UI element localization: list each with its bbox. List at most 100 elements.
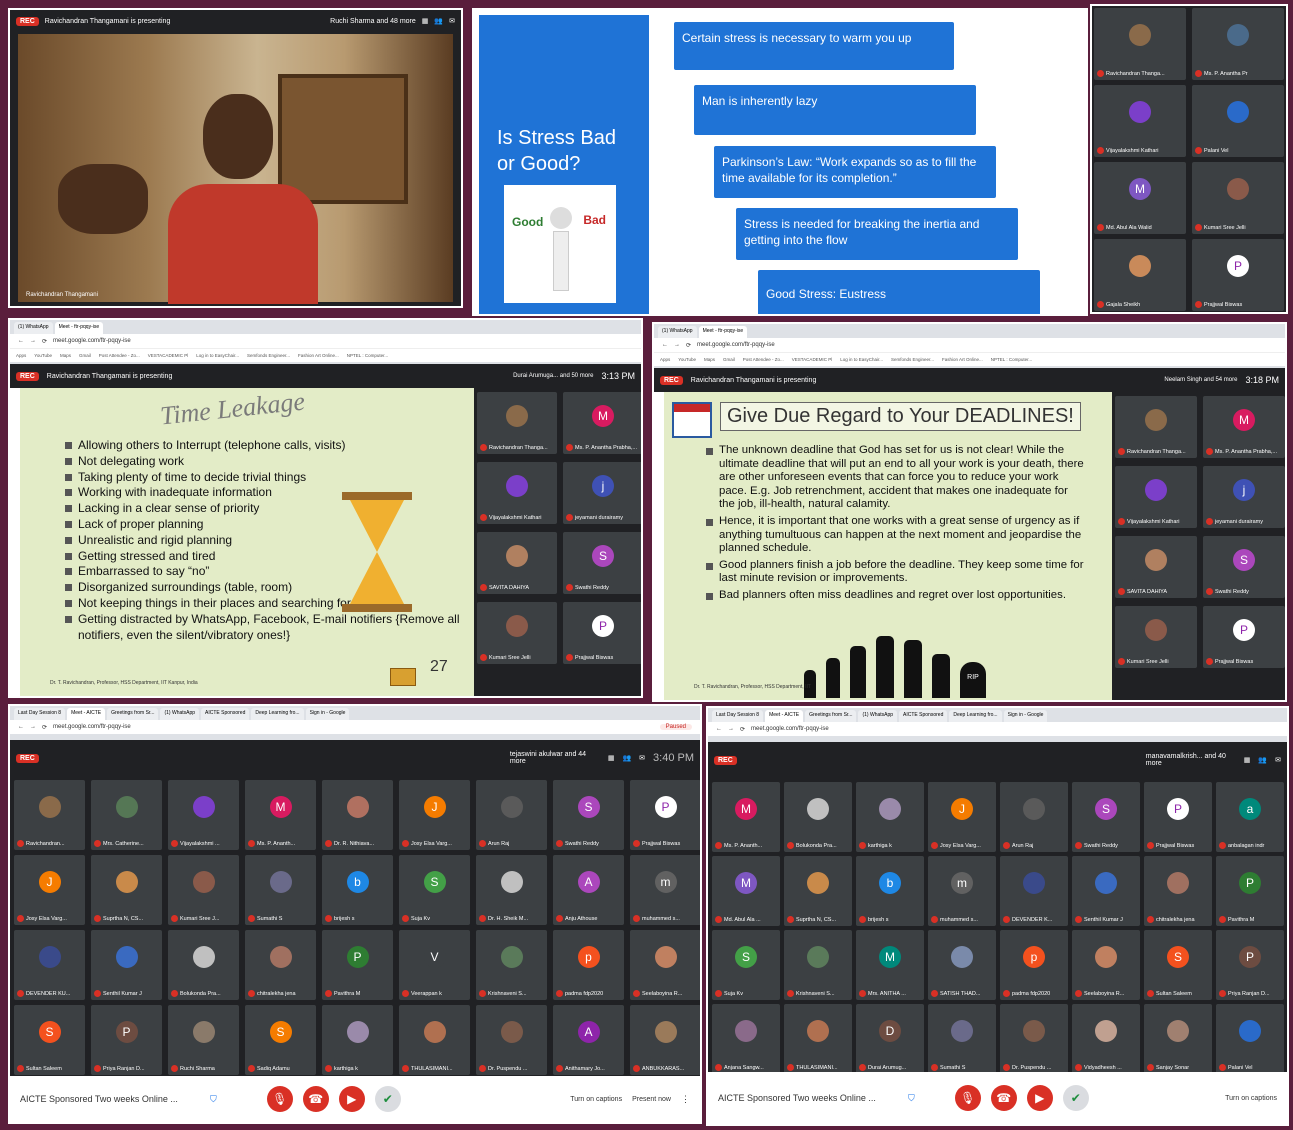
- bookmark-link[interactable]: Apps: [16, 353, 26, 358]
- participant-tile[interactable]: SATISH THAD...: [928, 930, 996, 1000]
- address-bar[interactable]: ← → ⟳ meet.google.com/ftr-pqqy-ise Paused: [10, 720, 700, 734]
- participant-tile[interactable]: p padma fdp2020: [1000, 930, 1068, 1000]
- participant-tile[interactable]: M Ms. P. Anantha Prabha,...: [563, 392, 641, 454]
- participant-tile[interactable]: Anjana Sangw...: [712, 1004, 780, 1074]
- participant-tile[interactable]: P Pavithra M: [1216, 856, 1284, 926]
- browser-tab[interactable]: Sign in - Google: [305, 708, 350, 720]
- people-icon[interactable]: 👥: [1258, 756, 1267, 764]
- participant-tile[interactable]: Senthil Kumar J: [1072, 856, 1140, 926]
- bookmark-link[interactable]: NPTEL : Computer...: [347, 353, 388, 358]
- reload-icon[interactable]: ⟳: [42, 724, 47, 731]
- participant-tile[interactable]: P Prajjwal Biswas: [630, 780, 700, 850]
- participant-tile[interactable]: Ravichandran Thanga...: [1115, 396, 1197, 458]
- bookmark-link[interactable]: Gmail: [723, 357, 735, 362]
- shield-icon[interactable]: ⛉: [908, 1093, 915, 1104]
- participant-tile[interactable]: P Prajjwal Biswas: [1192, 239, 1284, 311]
- participant-tile[interactable]: Suprtha N, CS...: [91, 855, 162, 925]
- participant-tile[interactable]: P Pavithra M: [322, 930, 393, 1000]
- participant-tile[interactable]: J Josy Elsa Varg...: [928, 782, 996, 852]
- participant-tile[interactable]: Seelaboyina R...: [630, 930, 700, 1000]
- participant-tile[interactable]: S Swathi Reddy: [563, 532, 641, 594]
- bookmark-link[interactable]: Log in to EasyChair...: [196, 353, 239, 358]
- browser-tab[interactable]: Last Day Session 8: [14, 708, 66, 720]
- participant-tile[interactable]: M Mrs. ANITHA ...: [856, 930, 924, 1000]
- url-text[interactable]: meet.google.com/ftr-pqqy-ise: [53, 724, 131, 730]
- bookmark-link[interactable]: Log in to EasyChair...: [840, 357, 883, 362]
- participant-tile[interactable]: karthiga k: [322, 1005, 393, 1075]
- participant-tile[interactable]: SAVITA DAHIYA: [477, 532, 557, 594]
- participant-tile[interactable]: S Sultan Saleem: [14, 1005, 85, 1075]
- participant-tile[interactable]: P Prajjwal Biswas: [563, 602, 641, 664]
- participant-tile[interactable]: ANBUKKARAS...: [630, 1005, 700, 1075]
- participant-tile[interactable]: S Swathi Reddy: [553, 780, 624, 850]
- forward-icon[interactable]: →: [674, 342, 680, 348]
- url-text[interactable]: meet.google.com/ftr-pqqy-ise: [53, 338, 131, 344]
- bookmark-link[interactable]: Apps: [660, 357, 670, 362]
- participant-tile[interactable]: A Anithamary Jo...: [553, 1005, 624, 1075]
- paused-badge[interactable]: Paused: [659, 724, 692, 730]
- participant-tile[interactable]: Mrs. Catherine...: [91, 780, 162, 850]
- participant-tile[interactable]: Gajala Sheikh: [1094, 239, 1186, 311]
- bookmark-link[interactable]: Maps: [704, 357, 715, 362]
- browser-tab[interactable]: Deep Learning fro...: [251, 708, 304, 720]
- participant-tile[interactable]: Palani Vel: [1216, 1004, 1284, 1074]
- bookmark-link[interactable]: Fashion Art Online...: [942, 357, 983, 362]
- participant-tile[interactable]: chitralekha jena: [245, 930, 316, 1000]
- participant-tile[interactable]: DEVENDER KU...: [14, 930, 85, 1000]
- participant-tile[interactable]: Ms. P. Anantha Pr: [1192, 8, 1284, 80]
- people-icon[interactable]: 👥: [622, 754, 631, 762]
- participant-tile[interactable]: Ravichandran Thanga...: [1094, 8, 1186, 80]
- meeting-title[interactable]: AICTE Sponsored Two weeks Online ...: [20, 1094, 200, 1104]
- participant-tile[interactable]: j jeyamani durairamy: [563, 462, 641, 524]
- end-call-button[interactable]: ☎: [990, 1085, 1017, 1111]
- captions-button[interactable]: Turn on captions: [570, 1096, 622, 1103]
- shield-icon[interactable]: ⛉: [210, 1094, 217, 1105]
- participant-tile[interactable]: P Prajjwal Biswas: [1203, 606, 1285, 668]
- participant-tile[interactable]: Kumari Sree Jelli: [1115, 606, 1197, 668]
- participant-tile[interactable]: Ravichandran...: [14, 780, 85, 850]
- participant-tile[interactable]: Sanjay Sonar: [1144, 1004, 1212, 1074]
- browser-tab[interactable]: Sign in - Google: [1003, 710, 1048, 722]
- mic-off-button[interactable]: 🎙: [954, 1085, 981, 1111]
- participant-tile[interactable]: Krishnaveni S...: [784, 930, 852, 1000]
- viewer-count[interactable]: Neelam Singh and 54 more: [1164, 377, 1237, 383]
- browser-tab[interactable]: (1) WhatsApp: [658, 326, 697, 338]
- participant-tile[interactable]: Kumari Sree J...: [168, 855, 239, 925]
- grid-icon[interactable]: ▦: [608, 754, 615, 762]
- check-button[interactable]: ✔: [374, 1086, 401, 1112]
- more-icon[interactable]: ⋮: [681, 1094, 690, 1105]
- browser-tab[interactable]: (1) WhatsApp: [858, 710, 898, 722]
- participant-tile[interactable]: P Prajjwal Biswas: [1144, 782, 1212, 852]
- bookmark-link[interactable]: NPTEL : Computer...: [991, 357, 1032, 362]
- participant-tile[interactable]: Arun Raj: [476, 780, 547, 850]
- participant-tile[interactable]: J Josy Elsa Varg...: [399, 780, 470, 850]
- grid-icon[interactable]: ▦: [1244, 756, 1251, 764]
- participant-tile[interactable]: THULASIMANI...: [784, 1004, 852, 1074]
- browser-tab[interactable]: Meet - AICTE: [765, 710, 804, 722]
- bookmark-link[interactable]: Fashion Art Online...: [298, 353, 339, 358]
- participant-tile[interactable]: karthiga k: [856, 782, 924, 852]
- participant-tile[interactable]: Vijayalakshmi Kathari: [477, 462, 557, 524]
- participant-tile[interactable]: Ruchi Sharma: [168, 1005, 239, 1075]
- participant-tile[interactable]: m muhammed s...: [630, 855, 700, 925]
- participant-tile[interactable]: b brijesh s: [322, 855, 393, 925]
- participant-tile[interactable]: S Sadiq Adamu: [245, 1005, 316, 1075]
- participant-tile[interactable]: S Swathi Reddy: [1072, 782, 1140, 852]
- participant-tile[interactable]: p padma fdp2020: [553, 930, 624, 1000]
- reload-icon[interactable]: ⟳: [686, 342, 691, 349]
- captions-button[interactable]: Turn on captions: [1225, 1095, 1277, 1102]
- address-bar[interactable]: ← → ⟳ meet.google.com/ftr-pqqy-ise: [654, 338, 1285, 352]
- viewer-count[interactable]: manavamalkrish... and 40 more: [1146, 753, 1236, 767]
- participant-tile[interactable]: Dr. H. Sheik M...: [476, 855, 547, 925]
- forward-icon[interactable]: →: [728, 726, 734, 732]
- participant-tile[interactable]: J Josy Elsa Varg...: [14, 855, 85, 925]
- participant-tile[interactable]: S Suja Kv: [712, 930, 780, 1000]
- participant-tile[interactable]: b brijesh s: [856, 856, 924, 926]
- browser-tab-active[interactable]: Meet - ftr-pqqy-ise: [54, 322, 104, 334]
- participant-tile[interactable]: Krishnaveni S...: [476, 930, 547, 1000]
- bookmark-link[interactable]: VESTACADEMIC Pl: [148, 353, 188, 358]
- participant-tile[interactable]: S Sultan Saleem: [1144, 930, 1212, 1000]
- browser-tab-active[interactable]: Meet - ftr-pqqy-ise: [698, 326, 748, 338]
- participant-tile[interactable]: Arun Raj: [1000, 782, 1068, 852]
- participant-tile[interactable]: Dr. Puspendu ...: [1000, 1004, 1068, 1074]
